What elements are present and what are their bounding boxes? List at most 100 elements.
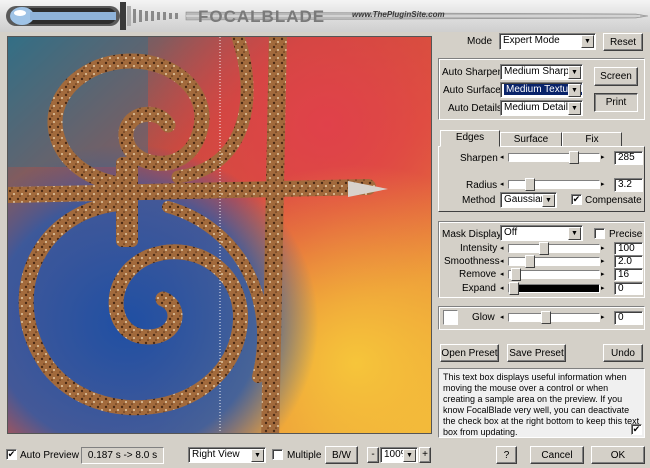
auto-preview-label: Auto Preview: [20, 450, 79, 461]
glow-color-swatch[interactable]: [443, 310, 458, 325]
chevron-down-icon: ▼: [403, 449, 416, 462]
mask-display-dropdown[interactable]: Off ▼: [500, 225, 583, 241]
view-dropdown[interactable]: Right View ▼: [188, 447, 266, 463]
slider-left-arrow-icon: ◂: [500, 271, 504, 278]
glow-value-field[interactable]: 0: [614, 311, 643, 325]
render-timing-display: 0.187 s -> 8.0 s: [81, 447, 164, 464]
help-button[interactable]: ?: [496, 446, 517, 464]
print-button[interactable]: Print: [594, 93, 638, 112]
multiple-checkbox[interactable]: [272, 449, 283, 460]
multiple-label: Multiple: [287, 450, 322, 461]
slider-track: [508, 311, 600, 324]
method-label: Method: [462, 195, 496, 206]
radius-slider[interactable]: ◂ ▸: [500, 178, 608, 191]
intensity-label: Intensity: [460, 243, 498, 254]
slider-track: [508, 255, 600, 268]
auto-surface-label: Auto Surface: [443, 85, 501, 96]
compensate-checkbox[interactable]: ✔: [571, 194, 582, 205]
remove-value-field[interactable]: 16: [614, 268, 643, 281]
slider-right-arrow-icon: ▸: [601, 314, 605, 321]
chevron-down-icon: ▼: [568, 66, 581, 79]
auto-details-dropdown[interactable]: Medium Details ▼: [500, 100, 583, 116]
slider-track: [508, 178, 600, 191]
smoothness-value-field[interactable]: 2.0: [614, 255, 643, 268]
slider-right-arrow-icon: ▸: [601, 154, 605, 161]
intensity-value-field[interactable]: 100: [614, 242, 643, 255]
slider-thumb[interactable]: [569, 151, 579, 164]
zoom-dropdown[interactable]: 100% ▼: [380, 447, 418, 463]
reset-button[interactable]: Reset: [603, 33, 643, 51]
expand-slider[interactable]: ◂ ▸: [500, 282, 608, 295]
sharpen-label: Sharpen: [460, 153, 498, 164]
mode-dropdown-value: Expert Mode: [503, 35, 560, 46]
zoom-out-button[interactable]: -: [367, 447, 379, 463]
auto-details-label: Auto Details: [448, 103, 502, 114]
website-link[interactable]: www.ThePluginSite.com: [352, 10, 445, 19]
glow-slider[interactable]: ◂ ▸: [500, 311, 608, 324]
cancel-button[interactable]: Cancel: [530, 446, 584, 464]
chevron-down-icon: ▼: [542, 194, 555, 207]
app-logo-text: FOCALBLADE: [198, 7, 326, 26]
smoothness-slider[interactable]: ◂ ▸: [500, 255, 608, 268]
method-dropdown[interactable]: Gaussian ▼: [500, 192, 557, 208]
auto-preview-checkbox[interactable]: ✔: [6, 449, 17, 460]
save-preset-button[interactable]: Save Preset: [507, 344, 566, 362]
header-banner: FOCALBLADE www.ThePluginSite.com: [0, 0, 650, 32]
chevron-down-icon: ▼: [568, 84, 581, 97]
slider-thumb[interactable]: [509, 282, 519, 295]
slider-track: [508, 282, 600, 295]
slider-thumb[interactable]: [525, 178, 535, 191]
slider-right-arrow-icon: ▸: [601, 285, 605, 292]
auto-sharpen-dropdown[interactable]: Medium Sharp ▼: [500, 64, 583, 80]
info-update-checkbox[interactable]: ✔: [631, 424, 642, 435]
mode-dropdown[interactable]: Expert Mode ▼: [499, 33, 596, 50]
slider-thumb[interactable]: [525, 255, 535, 268]
expand-value-field[interactable]: 0: [614, 282, 643, 295]
smoothness-label: Smoothness: [444, 256, 500, 267]
radius-label: Radius: [466, 180, 498, 191]
slider-right-arrow-icon: ▸: [601, 181, 605, 188]
slider-left-arrow-icon: ◂: [500, 181, 504, 188]
glow-label: Glow: [472, 312, 495, 323]
chevron-down-icon: ▼: [581, 35, 594, 48]
mask-display-label: Mask Display: [442, 229, 502, 240]
mask-display-value: Off: [504, 227, 518, 238]
slider-track: [508, 268, 600, 281]
zoom-in-button[interactable]: +: [419, 447, 431, 463]
sharpen-value-field[interactable]: 285: [614, 151, 643, 165]
remove-slider[interactable]: ◂ ▸: [500, 268, 608, 281]
tab-surface[interactable]: Surface: [500, 132, 562, 147]
mode-label: Mode: [467, 36, 493, 47]
slider-track: [508, 242, 600, 255]
info-text-box: This text box displays useful informatio…: [438, 368, 645, 438]
ok-button[interactable]: OK: [591, 446, 645, 464]
auto-surface-dropdown[interactable]: Medium Textured ▼: [500, 82, 583, 98]
slider-right-arrow-icon: ▸: [601, 271, 605, 278]
slider-left-arrow-icon: ◂: [500, 285, 504, 292]
precise-checkbox[interactable]: [594, 228, 605, 239]
auto-sharpen-label: Auto Sharpen: [442, 67, 504, 78]
chevron-down-icon: ▼: [251, 449, 264, 462]
info-text: This text box displays useful informatio…: [443, 372, 640, 437]
slider-thumb[interactable]: [511, 268, 521, 281]
slider-left-arrow-icon: ◂: [500, 154, 504, 161]
slider-left-arrow-icon: ◂: [500, 258, 504, 265]
remove-label: Remove: [459, 269, 497, 280]
sharpen-slider[interactable]: ◂ ▸: [500, 151, 608, 164]
chevron-down-icon: ▼: [568, 227, 581, 240]
open-preset-button[interactable]: Open Preset: [440, 344, 499, 362]
bw-button[interactable]: B/W: [325, 446, 358, 464]
image-preview[interactable]: [7, 36, 432, 434]
undo-button[interactable]: Undo: [603, 344, 643, 362]
slider-thumb[interactable]: [541, 311, 551, 324]
screen-button[interactable]: Screen: [594, 67, 638, 86]
tab-fix[interactable]: Fix: [562, 132, 622, 147]
slider-thumb[interactable]: [539, 242, 549, 255]
radius-value-field[interactable]: 3.2: [614, 178, 643, 192]
auto-details-value: Medium Details: [504, 102, 573, 113]
tab-edges[interactable]: Edges: [440, 130, 500, 147]
slider-right-arrow-icon: ▸: [601, 245, 605, 252]
precise-label: Precise: [609, 229, 643, 240]
intensity-slider[interactable]: ◂ ▸: [500, 242, 608, 255]
view-dropdown-value: Right View: [192, 449, 240, 460]
